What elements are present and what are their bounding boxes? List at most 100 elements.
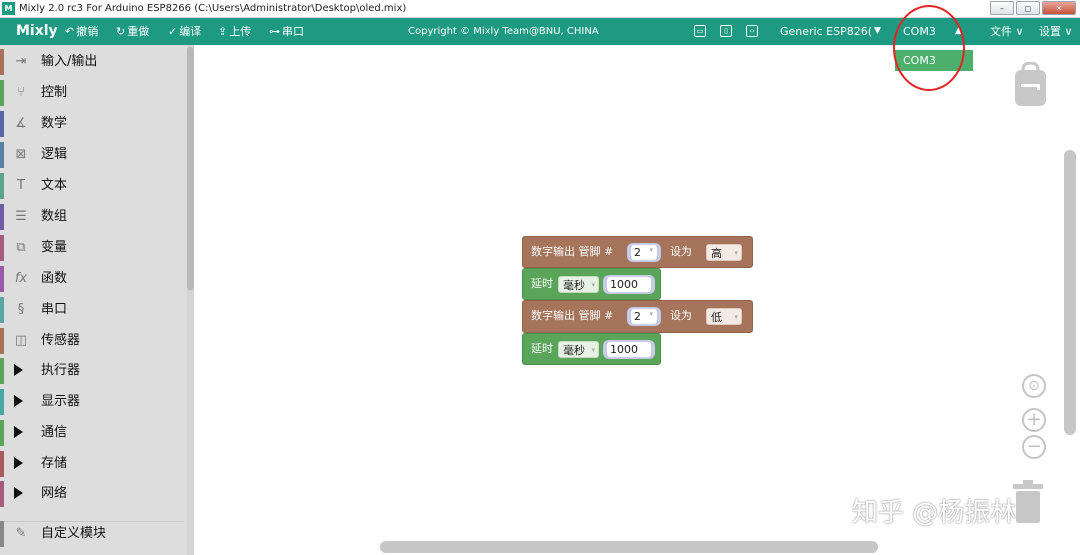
workspace-vertical-scrollbar[interactable] bbox=[1064, 150, 1076, 435]
maximize-icon[interactable]: ◻ bbox=[1016, 1, 1040, 15]
expand-icon bbox=[14, 457, 23, 469]
upload-icon: ⇪ bbox=[218, 25, 228, 38]
board-dropdown-icon[interactable]: ▼ bbox=[874, 18, 881, 45]
delay-value[interactable]: 1000 bbox=[607, 277, 651, 292]
digital-write-block[interactable]: 数字输出 管脚 # 2 ▾ 设为 高 ▾ bbox=[522, 236, 753, 268]
port-dropdown-icon[interactable]: ▲ bbox=[955, 18, 962, 45]
unit-dropdown[interactable]: 毫秒 ▾ bbox=[558, 341, 599, 358]
block-label: 数字输出 管脚 # bbox=[531, 245, 614, 258]
dropdown-arrow-icon: ▾ bbox=[591, 281, 595, 289]
main-toolbar: Mixly ↶ 撤销 ↻ 重做 ✓ 编译 ⇪ 上传 ⊶ 串口 Copyright © Mi… bbox=[0, 18, 1080, 45]
watermark: 知乎 @杨振林 bbox=[852, 498, 1017, 528]
settings-menu[interactable]: 设置 ∨ bbox=[1039, 18, 1073, 45]
delay-block[interactable]: 延时 毫秒 ▾ 1000 bbox=[522, 268, 661, 300]
sidebar-item-io[interactable]: ⇥ 输入/输出 bbox=[0, 47, 186, 77]
file-menu[interactable]: 文件 ∨ bbox=[990, 18, 1024, 45]
pin-input[interactable]: 2 ▾ bbox=[627, 243, 661, 262]
block-label: 延时 bbox=[531, 342, 553, 355]
sidebar-item-storage[interactable]: 存储 bbox=[0, 449, 186, 479]
sidebar-item-array[interactable]: ☰ 数组 bbox=[0, 202, 186, 232]
sidebar-item-logic[interactable]: ⊠ 逻辑 bbox=[0, 140, 186, 170]
category-color-bar bbox=[0, 358, 4, 384]
delay-input[interactable]: 1000 bbox=[603, 275, 655, 294]
sidebar-item-sensor[interactable]: ◫ 传感器 bbox=[0, 326, 186, 356]
backpack-icon[interactable] bbox=[1014, 62, 1047, 107]
close-icon[interactable]: ✕ bbox=[1042, 1, 1076, 15]
sidebar-item-label: 数学 bbox=[41, 116, 68, 131]
serial-button[interactable]: ⊶ 串口 bbox=[269, 18, 304, 45]
unit-dropdown[interactable]: 毫秒 ▾ bbox=[558, 276, 599, 293]
sidebar-item-label: 串口 bbox=[41, 302, 68, 317]
sidebar-item-label: 通信 bbox=[41, 425, 68, 440]
minimize-icon[interactable]: – bbox=[990, 1, 1014, 15]
undo-button[interactable]: ↶ 撤销 bbox=[65, 18, 98, 45]
logic-icon: ⊠ bbox=[15, 147, 27, 162]
category-color-bar bbox=[0, 420, 4, 446]
delay-input[interactable]: 1000 bbox=[603, 340, 655, 359]
delay-block[interactable]: 延时 毫秒 ▾ 1000 bbox=[522, 333, 661, 365]
category-color-bar bbox=[0, 49, 4, 75]
sidebar-item-label: 变量 bbox=[41, 240, 68, 255]
sidebar-item-label: 存储 bbox=[41, 456, 68, 471]
sidebar-item-network[interactable]: 网络 bbox=[0, 479, 186, 509]
sidebar-item-custom-module[interactable]: ✎ 自定义模块 bbox=[0, 519, 186, 549]
pin-value[interactable]: 2 bbox=[631, 245, 657, 260]
sidebar-scrollbar[interactable] bbox=[187, 47, 194, 290]
serial-icon: ⊶ bbox=[269, 25, 280, 38]
sidebar-item-communication[interactable]: 通信 bbox=[0, 418, 186, 448]
function-icon: fx bbox=[14, 271, 28, 286]
compile-button[interactable]: ✓ 编译 bbox=[168, 18, 201, 45]
layout-split-icon[interactable]: ▯ bbox=[720, 25, 732, 37]
app-icon: M bbox=[2, 2, 15, 15]
sidebar-item-text[interactable]: T 文本 bbox=[0, 171, 186, 201]
block-category-sidebar: ⇥ 输入/输出 ⑂ 控制 ∡ 数学 ⊠ 逻辑 T 文本 ☰ 数组 ⧉ 变量 fx… bbox=[0, 45, 194, 555]
sidebar-item-variable[interactable]: ⧉ 变量 bbox=[0, 233, 186, 263]
level-dropdown[interactable]: 低 ▾ bbox=[706, 308, 742, 325]
sidebar-item-function[interactable]: fx 函数 bbox=[0, 264, 186, 294]
sidebar-item-display[interactable]: 显示器 bbox=[0, 387, 186, 417]
board-select[interactable]: Generic ESP826( bbox=[780, 18, 872, 45]
upload-label: 上传 bbox=[229, 25, 252, 38]
sensor-icon: ◫ bbox=[14, 333, 28, 348]
window-titlebar: M Mixly 2.0 rc3 For Arduino ESP8266 (C:\… bbox=[0, 0, 1080, 18]
category-color-bar bbox=[0, 266, 4, 292]
category-color-bar bbox=[0, 481, 4, 507]
expand-icon bbox=[14, 364, 23, 376]
sidebar-item-label: 自定义模块 bbox=[41, 526, 107, 541]
zoom-in-icon[interactable]: + bbox=[1022, 408, 1046, 432]
sidebar-item-label: 输入/输出 bbox=[41, 54, 98, 69]
zoom-out-icon[interactable]: − bbox=[1022, 435, 1046, 459]
expand-icon bbox=[14, 426, 23, 438]
sidebar-item-actuator[interactable]: 执行器 bbox=[0, 356, 186, 386]
layout-blocks-icon[interactable]: ▭ bbox=[694, 25, 706, 37]
undo-label: 撤销 bbox=[76, 25, 99, 38]
pin-value[interactable]: 2 bbox=[631, 309, 657, 324]
chevron-down-icon: ∨ bbox=[1012, 25, 1024, 38]
category-color-bar bbox=[0, 142, 4, 168]
sidebar-item-math[interactable]: ∡ 数学 bbox=[0, 109, 186, 139]
sidebar-item-label: 执行器 bbox=[41, 363, 81, 378]
sidebar-item-label: 函数 bbox=[41, 271, 68, 286]
serial-label: 串口 bbox=[282, 25, 304, 38]
upload-button[interactable]: ⇪ 上传 bbox=[218, 18, 251, 45]
recenter-icon[interactable]: ⊙ bbox=[1022, 374, 1046, 398]
block-label: 设为 bbox=[670, 309, 692, 322]
category-color-bar bbox=[0, 80, 4, 106]
digital-write-block[interactable]: 数字输出 管脚 # 2 ▾ 设为 低 ▾ bbox=[522, 300, 753, 333]
sidebar-item-label: 网络 bbox=[41, 486, 68, 501]
redo-button[interactable]: ↻ 重做 bbox=[116, 18, 149, 45]
redo-label: 重做 bbox=[127, 25, 150, 38]
text-icon: T bbox=[17, 178, 25, 193]
pin-input[interactable]: 2 ▾ bbox=[627, 307, 661, 326]
workspace-horizontal-scrollbar[interactable] bbox=[380, 541, 878, 553]
sidebar-item-serial[interactable]: § 串口 bbox=[0, 295, 186, 325]
sidebar-item-control[interactable]: ⑂ 控制 bbox=[0, 78, 186, 108]
dropdown-arrow-icon: ▾ bbox=[649, 310, 653, 318]
layout-code-icon[interactable]: ‹› bbox=[746, 25, 758, 37]
category-color-bar bbox=[0, 521, 4, 547]
port-select[interactable]: COM3 bbox=[903, 18, 936, 45]
level-dropdown[interactable]: 高 ▾ bbox=[706, 244, 742, 261]
check-icon: ✓ bbox=[168, 25, 178, 38]
port-option-com3[interactable]: COM3 bbox=[895, 50, 973, 71]
delay-value[interactable]: 1000 bbox=[607, 342, 651, 357]
